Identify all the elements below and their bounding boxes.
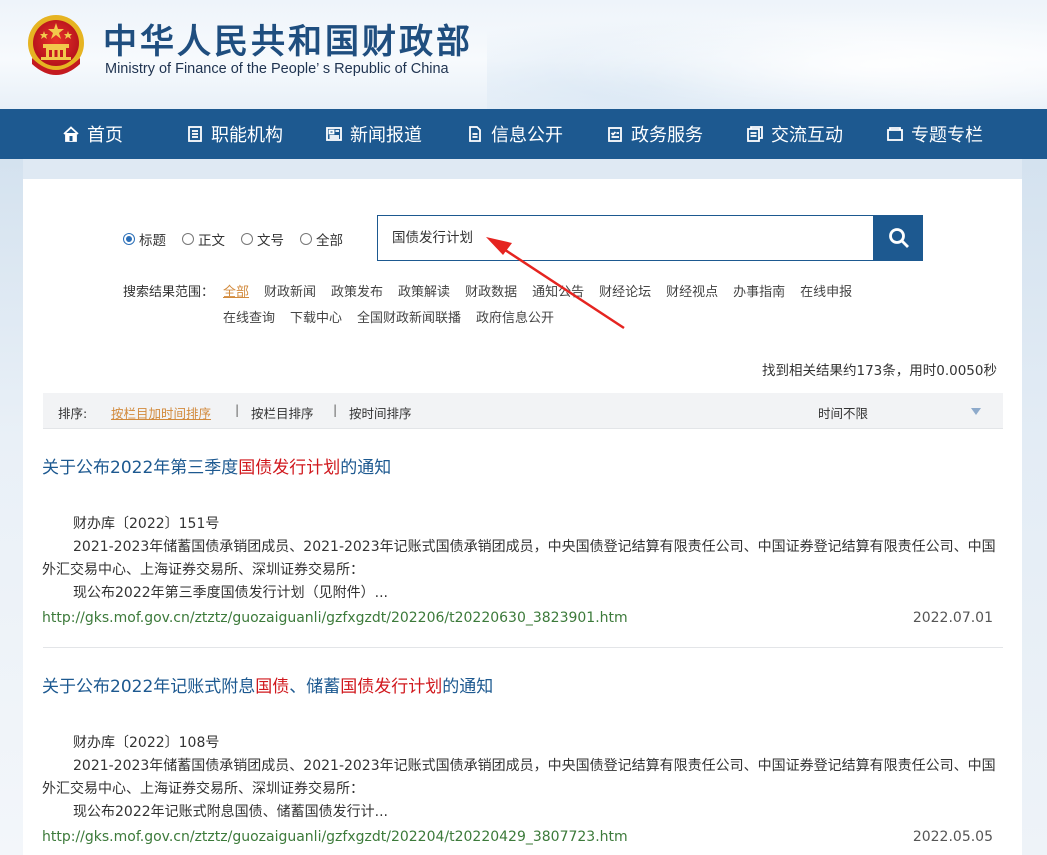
background-decoration-left	[0, 159, 23, 855]
nav-item-departments[interactable]: 职能机构	[186, 109, 283, 159]
scope-link-service-guide[interactable]: 办事指南	[733, 280, 785, 306]
nav-item-special-topics[interactable]: 专题专栏	[886, 109, 983, 159]
search-scope: 搜索结果范围： 全部 财政新闻 政策发布 政策解读 财政数据 通知公告 财经论坛…	[123, 280, 913, 332]
main-nav: 首页 职能机构 新闻报道 信息公开 政务服务 交流互动 专题专栏	[0, 109, 1047, 159]
result-url-link[interactable]: http://gks.mof.gov.cn/ztztz/guozaiguanli…	[42, 829, 628, 845]
result-date: 2022.07.01	[912, 610, 993, 626]
nav-item-label: 首页	[87, 125, 123, 146]
radio-label: 全部	[316, 233, 343, 249]
site-title: 中华人民共和国财政部	[103, 22, 473, 62]
sort-bar: 排序: 按栏目加时间排序 | 按栏目排序 | 按时间排序 时间不限	[43, 393, 1003, 429]
newspaper-icon	[326, 127, 342, 141]
time-filter-dropdown[interactable]: 时间不限	[818, 403, 868, 422]
result-doc-number: 财办库〔2022〕151号	[73, 516, 220, 532]
nav-item-info-disclosure[interactable]: 信息公开	[466, 109, 563, 159]
title-text: 关于公布2022年第三季度	[42, 458, 239, 478]
nav-item-home[interactable]: 首页	[62, 109, 123, 159]
search-result-item: 关于公布2022年记账式附息国债、储蓄国债发行计划的通知 财办库〔2022〕10…	[42, 672, 1004, 851]
result-url-link[interactable]: http://gks.mof.gov.cn/ztztz/guozaiguanli…	[42, 610, 628, 626]
radio-label: 标题	[139, 233, 166, 249]
radio-button[interactable]	[241, 233, 253, 245]
list-icon	[188, 126, 202, 142]
header-cloud-decoration	[487, 0, 1047, 109]
folder-icon	[887, 127, 903, 141]
scope-link-policy-release[interactable]: 政策发布	[331, 280, 383, 306]
scope-link-all[interactable]: 全部	[223, 280, 249, 306]
chat-icon	[747, 126, 763, 142]
radio-doc-number[interactable]: 文号	[241, 229, 284, 249]
chevron-down-icon[interactable]	[971, 408, 981, 415]
search-field-radio-group: 标题 正文 文号 全部	[123, 229, 343, 249]
radio-label: 正文	[198, 233, 225, 249]
radio-button[interactable]	[182, 233, 194, 245]
title-highlight: 国债	[255, 677, 290, 697]
sort-label: 排序:	[58, 406, 88, 421]
radio-label: 文号	[257, 233, 284, 249]
nav-item-label: 交流互动	[771, 125, 843, 146]
home-icon	[63, 126, 79, 142]
scope-label: 搜索结果范围：	[123, 285, 215, 300]
result-snippet: 2021-2023年储蓄国债承销团成员、2021-2023年记账式国债承销团成员…	[42, 758, 996, 797]
sort-separator: |	[333, 402, 338, 417]
scope-link-national-news-broadcast[interactable]: 全国财政新闻联播	[357, 306, 461, 332]
scope-link-finance-viewpoint[interactable]: 财经视点	[666, 280, 718, 306]
search-results-panel: 标题 正文 文号 全部 国债发行计划 搜索结果范围： 全部 财政新闻 政策发布 …	[23, 179, 1022, 855]
nav-item-label: 新闻报道	[350, 125, 422, 146]
nav-item-gov-services[interactable]: 政务服务	[606, 109, 703, 159]
result-snippet-continued: 现公布2022年第三季度国债发行计划（见附件）...	[73, 585, 388, 601]
scope-link-gov-info-disclosure[interactable]: 政府信息公开	[476, 306, 554, 332]
result-snippet: 2021-2023年储蓄国债承销团成员、2021-2023年记账式国债承销团成员…	[42, 539, 996, 578]
document-icon	[469, 126, 481, 142]
nav-item-interaction[interactable]: 交流互动	[746, 109, 843, 159]
sort-by-time[interactable]: 按时间排序	[349, 403, 412, 422]
search-button[interactable]	[874, 215, 923, 261]
title-highlight: 国债发行计划	[238, 458, 341, 478]
radio-all[interactable]: 全部	[300, 229, 343, 249]
search-input[interactable]: 国债发行计划	[377, 215, 874, 261]
site-header: 中华人民共和国财政部 Ministry of Finance of the Pe…	[0, 0, 1047, 109]
radio-title[interactable]: 标题	[123, 229, 166, 249]
radio-button-checked[interactable]	[123, 233, 135, 245]
national-emblem-icon[interactable]	[24, 12, 88, 78]
scope-link-online-application[interactable]: 在线申报	[800, 280, 852, 306]
result-date: 2022.05.05	[912, 829, 993, 845]
site-subtitle: Ministry of Finance of the People’ s Rep…	[105, 61, 449, 77]
scope-link-notices[interactable]: 通知公告	[532, 280, 584, 306]
scope-link-finance-news[interactable]: 财政新闻	[264, 280, 316, 306]
nav-item-news[interactable]: 新闻报道	[325, 109, 422, 159]
title-text: 关于公布2022年记账式附息	[42, 677, 256, 697]
search-result-item: 关于公布2022年第三季度国债发行计划的通知 财办库〔2022〕151号 202…	[42, 453, 1004, 632]
title-highlight: 国债发行计划	[340, 677, 443, 697]
result-count: 找到相关结果约173条，用时0.0050秒	[761, 363, 997, 379]
result-snippet-continued: 现公布2022年记账式附息国债、储蓄国债发行计...	[73, 804, 388, 820]
nav-item-label: 职能机构	[211, 125, 283, 146]
nav-item-label: 信息公开	[491, 125, 563, 146]
nav-item-label: 政务服务	[631, 125, 703, 146]
title-text: 的通知	[340, 458, 392, 478]
title-text: 的通知	[442, 677, 494, 697]
result-divider	[43, 647, 1003, 648]
scope-link-policy-interpretation[interactable]: 政策解读	[398, 280, 450, 306]
background-decoration-right	[1022, 159, 1047, 855]
result-title-link[interactable]: 关于公布2022年记账式附息国债、储蓄国债发行计划的通知	[42, 672, 1004, 697]
radio-fulltext[interactable]: 正文	[182, 229, 225, 249]
scope-link-finance-forum[interactable]: 财经论坛	[599, 280, 651, 306]
result-doc-number: 财办库〔2022〕108号	[73, 735, 220, 751]
sort-by-column[interactable]: 按栏目排序	[251, 403, 314, 422]
scope-link-online-query[interactable]: 在线查询	[223, 306, 275, 332]
scope-link-download-center[interactable]: 下载中心	[290, 306, 342, 332]
result-title-link[interactable]: 关于公布2022年第三季度国债发行计划的通知	[42, 453, 1004, 478]
search-icon	[888, 228, 909, 248]
sort-by-column-and-time[interactable]: 按栏目加时间排序	[111, 403, 211, 422]
checklist-icon	[608, 127, 622, 142]
scope-link-finance-data[interactable]: 财政数据	[465, 280, 517, 306]
radio-button[interactable]	[300, 233, 312, 245]
sort-separator: |	[235, 402, 240, 417]
nav-item-label: 专题专栏	[911, 125, 983, 146]
title-text: 、储蓄	[289, 677, 341, 697]
